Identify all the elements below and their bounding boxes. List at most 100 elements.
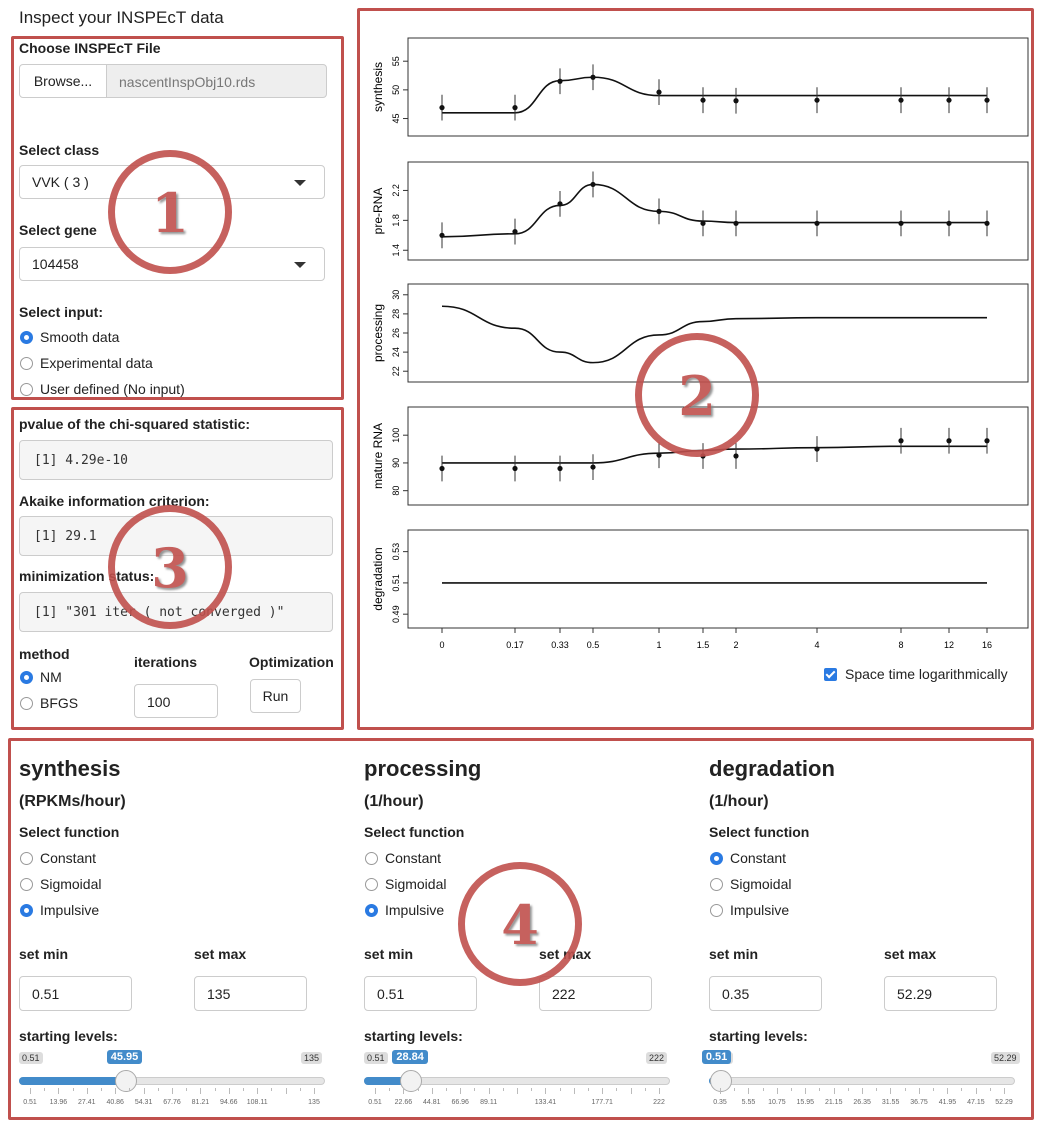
slider-tick — [833, 1088, 835, 1094]
data-point — [656, 89, 662, 95]
min-input[interactable]: 0.51 — [364, 976, 477, 1011]
slider-tick — [762, 1088, 764, 1091]
radio-sigmoidal[interactable] — [20, 878, 33, 891]
radio-user-defined[interactable] — [20, 383, 33, 396]
y-tick-label: 28 — [391, 309, 401, 319]
radio-impulsive[interactable] — [365, 904, 378, 917]
smooth-data-label: Smooth data — [40, 329, 120, 345]
browse-button[interactable]: Browse... — [19, 64, 107, 98]
slider-tick-label: 13.96 — [49, 1099, 68, 1106]
data-point — [898, 220, 904, 226]
slider-tick — [918, 1088, 920, 1094]
slider-tick — [86, 1088, 88, 1094]
slider-tick — [573, 1088, 575, 1094]
min-input[interactable]: 0.51 — [19, 976, 132, 1011]
y-tick-label: 2.2 — [391, 184, 401, 197]
slider-tick — [975, 1088, 977, 1094]
slider-tick — [257, 1088, 259, 1094]
x-tick-label: 1.5 — [697, 640, 710, 650]
radio-sigmoidal[interactable] — [365, 878, 378, 891]
function-option-label: Constant — [40, 850, 97, 866]
data-point — [733, 220, 739, 226]
iterations-input[interactable]: 100 — [134, 684, 218, 718]
slider-tick — [630, 1088, 632, 1094]
slider-tick — [243, 1088, 244, 1091]
radio-experimental-data[interactable] — [20, 357, 33, 370]
slider-value-badge: 28.84 — [392, 1050, 428, 1064]
slider-tick-label: 89.11 — [480, 1099, 498, 1106]
slider-tick — [299, 1088, 301, 1091]
starting-levels-label: starting levels: — [709, 1028, 808, 1044]
gene-value: 104458 — [32, 256, 79, 272]
slider-tick-label: 52.29 — [995, 1099, 1013, 1106]
annotation-circle-2: 2 — [635, 333, 759, 457]
slider-tick-label: 67.76 — [163, 1099, 181, 1106]
slider-tick — [616, 1088, 618, 1091]
run-button[interactable]: Run — [250, 679, 301, 713]
x-tick-label: 0.33 — [551, 640, 569, 650]
starting-levels-label: starting levels: — [364, 1028, 463, 1044]
slider-min-badge: 0.51 — [364, 1052, 388, 1064]
slider-tick — [460, 1088, 462, 1094]
y-tick-label: 22 — [391, 366, 401, 376]
data-point — [814, 97, 820, 103]
slider-tick-label: 81.21 — [191, 1099, 210, 1106]
log-time-checkbox[interactable] — [824, 668, 837, 681]
data-point — [439, 465, 445, 472]
rate-title: degradation — [709, 756, 835, 781]
slider-tick — [805, 1088, 807, 1094]
radio-constant[interactable] — [365, 852, 378, 865]
data-point — [700, 97, 706, 103]
radio-sigmoidal[interactable] — [710, 878, 723, 891]
min-input[interactable]: 0.35 — [709, 976, 822, 1011]
data-point — [512, 465, 518, 472]
slider-tick — [602, 1088, 604, 1094]
rate-unit: (RPKMs/hour) — [19, 793, 126, 810]
slider-tick — [847, 1088, 849, 1091]
slider-tick — [200, 1088, 202, 1094]
data-point — [512, 105, 518, 111]
data-point — [557, 465, 563, 472]
data-point — [984, 438, 990, 444]
radio-bfgs[interactable] — [20, 697, 33, 710]
filename-field[interactable]: nascentInspObj10.rds — [106, 64, 327, 98]
slider-tick-label: 40.86 — [106, 1099, 124, 1106]
slider-handle[interactable] — [114, 1070, 137, 1092]
function-option-label: Impulsive — [730, 902, 790, 918]
y-axis-label: pre-RNA — [371, 188, 385, 235]
function-option-label: Sigmoidal — [730, 876, 792, 892]
slider-value-badge: 45.95 — [106, 1050, 143, 1064]
x-tick-label: 0.5 — [587, 640, 600, 650]
slider-tick — [659, 1088, 660, 1094]
set-max-label: set max — [884, 946, 937, 962]
slider-max-badge: 52.29 — [991, 1052, 1020, 1064]
slider-tick — [1004, 1088, 1005, 1094]
starting-levels-label: starting levels: — [19, 1028, 118, 1044]
slider-tick — [143, 1088, 145, 1094]
max-input[interactable]: 222 — [539, 976, 652, 1011]
data-point — [984, 97, 990, 103]
slider-tick — [531, 1088, 533, 1091]
max-input[interactable]: 52.29 — [884, 976, 997, 1011]
radio-nm[interactable] — [20, 671, 33, 684]
slider-tick — [403, 1088, 405, 1094]
slider-tick-label: 10.75 — [768, 1099, 786, 1106]
radio-constant[interactable] — [710, 852, 723, 865]
slider-tick-labels: 0.51 22.66 44.81 66.96 89.11 133.41 177.71 222 — [364, 1099, 670, 1109]
slider-tick — [101, 1088, 102, 1091]
slider-tick-label: 5.55 — [741, 1099, 756, 1106]
radio-impulsive[interactable] — [710, 904, 723, 917]
max-input[interactable]: 135 — [194, 976, 307, 1011]
slider-track[interactable] — [709, 1077, 1015, 1085]
slider-min-badge: 0.51 — [19, 1052, 43, 1064]
radio-constant[interactable] — [20, 852, 33, 865]
radio-impulsive[interactable] — [20, 904, 33, 917]
slider-max-badge: 222 — [646, 1052, 668, 1064]
slider-tick — [157, 1088, 159, 1091]
model-curve — [441, 76, 987, 114]
slider-max-badge: 135 — [301, 1052, 323, 1064]
data-point — [898, 97, 904, 103]
slider-tick — [947, 1088, 949, 1094]
slider-tick-label: 108.11 — [246, 1099, 268, 1106]
radio-smooth-data[interactable] — [20, 331, 33, 344]
